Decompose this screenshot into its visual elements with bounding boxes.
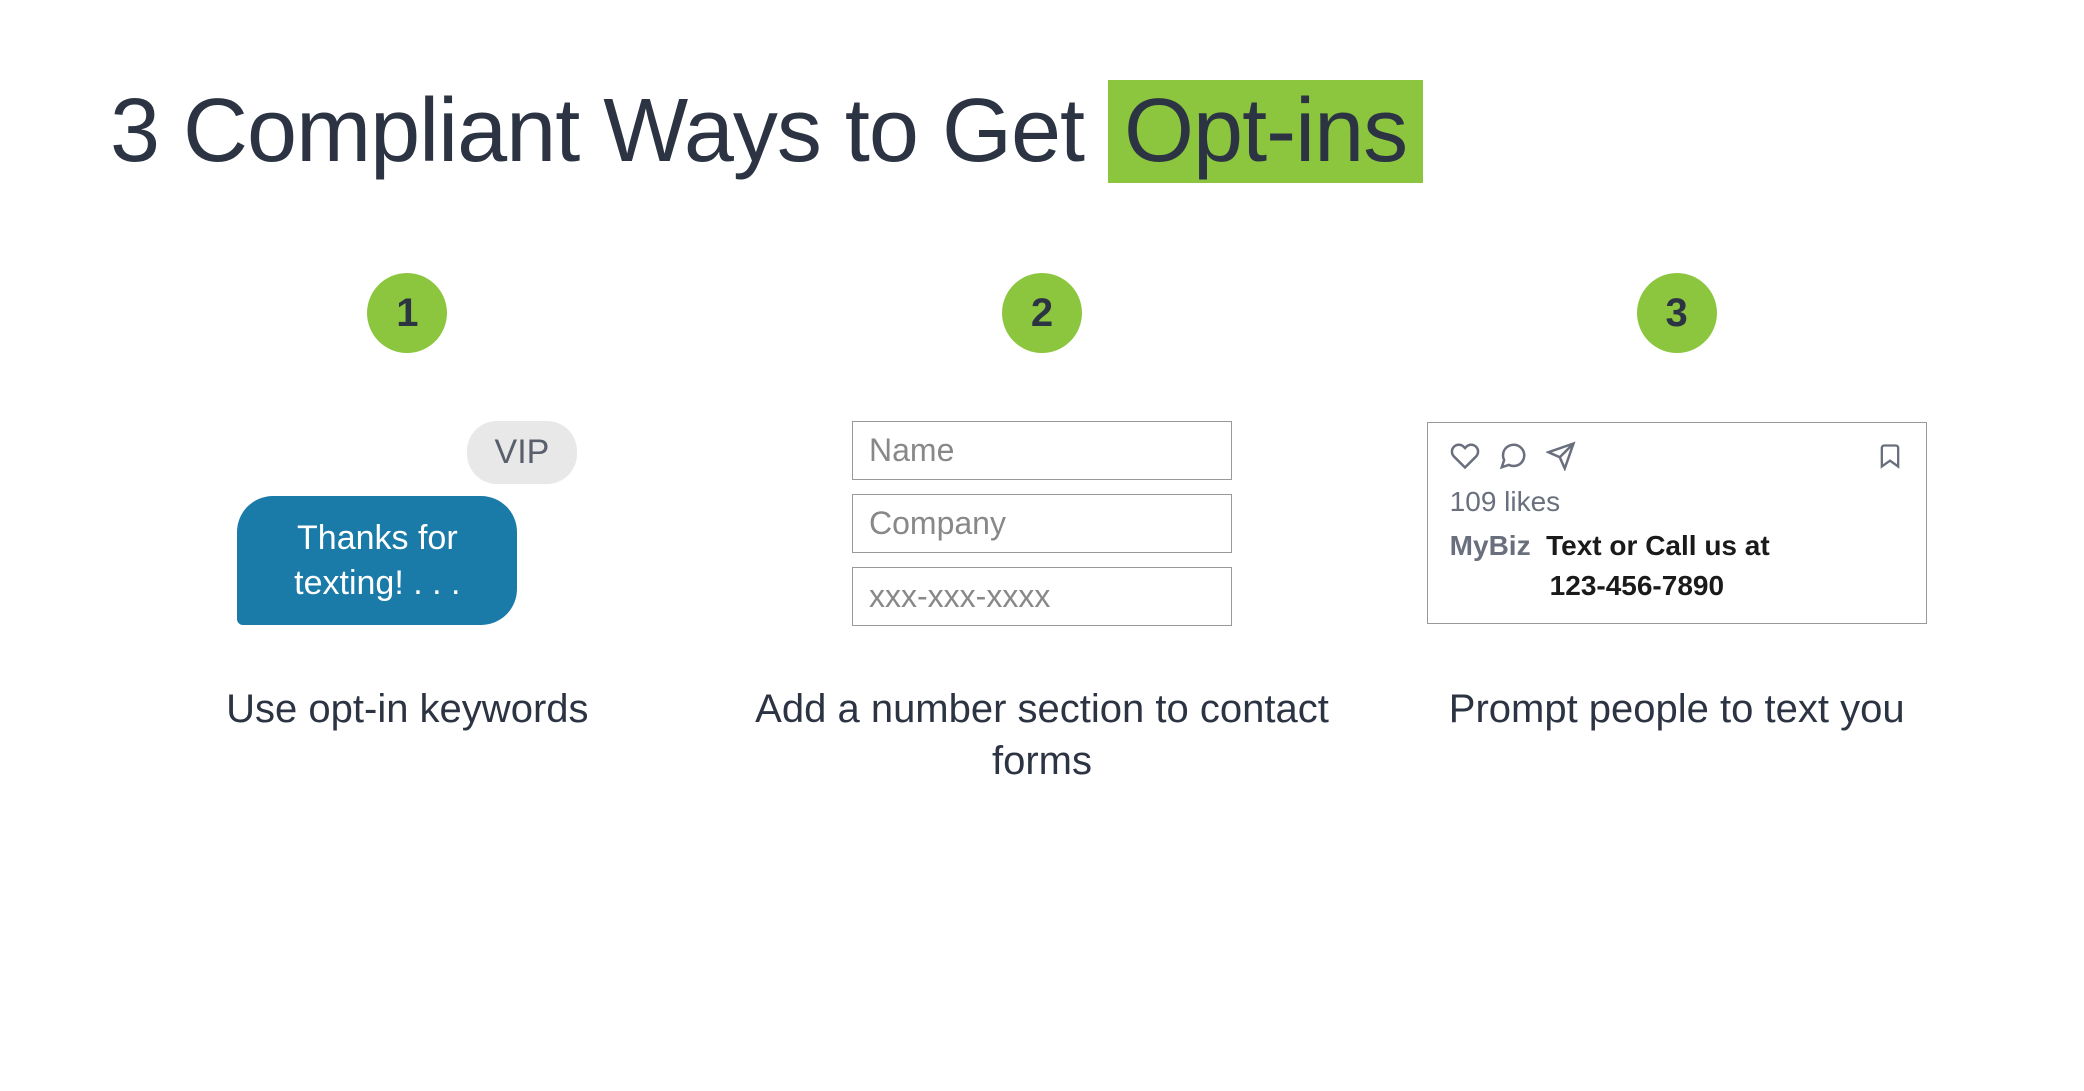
title-highlight: Opt-ins <box>1108 80 1423 183</box>
social-message: Text or Call us at <box>1546 530 1770 561</box>
chat-bubble-outgoing: Thanks for texting! . . . <box>237 496 517 624</box>
chat-bubble-incoming: VIP <box>467 421 578 484</box>
comment-icon <box>1498 441 1528 476</box>
number-badge-2: 2 <box>1002 273 1082 353</box>
social-text: MyBiz Text or Call us at 123-456-7890 <box>1450 526 1904 604</box>
social-icons-left <box>1450 441 1576 476</box>
bookmark-icon <box>1876 442 1904 475</box>
column-3: 3 <box>1389 273 1964 787</box>
caption-1: Use opt-in keywords <box>226 683 588 735</box>
column-1: 1 VIP Thanks for texting! . . . Use opt-… <box>120 273 695 787</box>
form-field-name: Name <box>852 421 1232 480</box>
caption-2: Add a number section to contact forms <box>755 683 1330 787</box>
social-likes: 109 likes <box>1450 486 1904 518</box>
title-container: 3 Compliant Ways to Get Opt-ins <box>100 80 1984 183</box>
title-prefix: 3 Compliant Ways to Get <box>110 81 1108 181</box>
social-icons-row <box>1450 441 1904 476</box>
heart-icon <box>1450 441 1480 476</box>
form-container: Name Company xxx-xxx-xxxx <box>852 421 1232 626</box>
columns-container: 1 VIP Thanks for texting! . . . Use opt-… <box>100 273 1984 787</box>
send-icon <box>1546 441 1576 476</box>
column-2: 2 Name Company xxx-xxx-xxxx Add a number… <box>755 273 1330 787</box>
chat-container: VIP Thanks for texting! . . . <box>237 421 577 624</box>
form-field-phone: xxx-xxx-xxxx <box>852 567 1232 626</box>
social-handle: MyBiz <box>1450 530 1531 561</box>
social-card: 109 likes MyBiz Text or Call us at 123-4… <box>1427 422 1927 623</box>
illustration-social: 109 likes MyBiz Text or Call us at 123-4… <box>1389 393 1964 653</box>
illustration-chat: VIP Thanks for texting! . . . <box>120 393 695 653</box>
caption-3: Prompt people to text you <box>1449 683 1905 735</box>
form-field-company: Company <box>852 494 1232 553</box>
number-badge-3: 3 <box>1637 273 1717 353</box>
social-phone: 123-456-7890 <box>1550 566 1904 605</box>
illustration-form: Name Company xxx-xxx-xxxx <box>755 393 1330 653</box>
number-badge-1: 1 <box>367 273 447 353</box>
